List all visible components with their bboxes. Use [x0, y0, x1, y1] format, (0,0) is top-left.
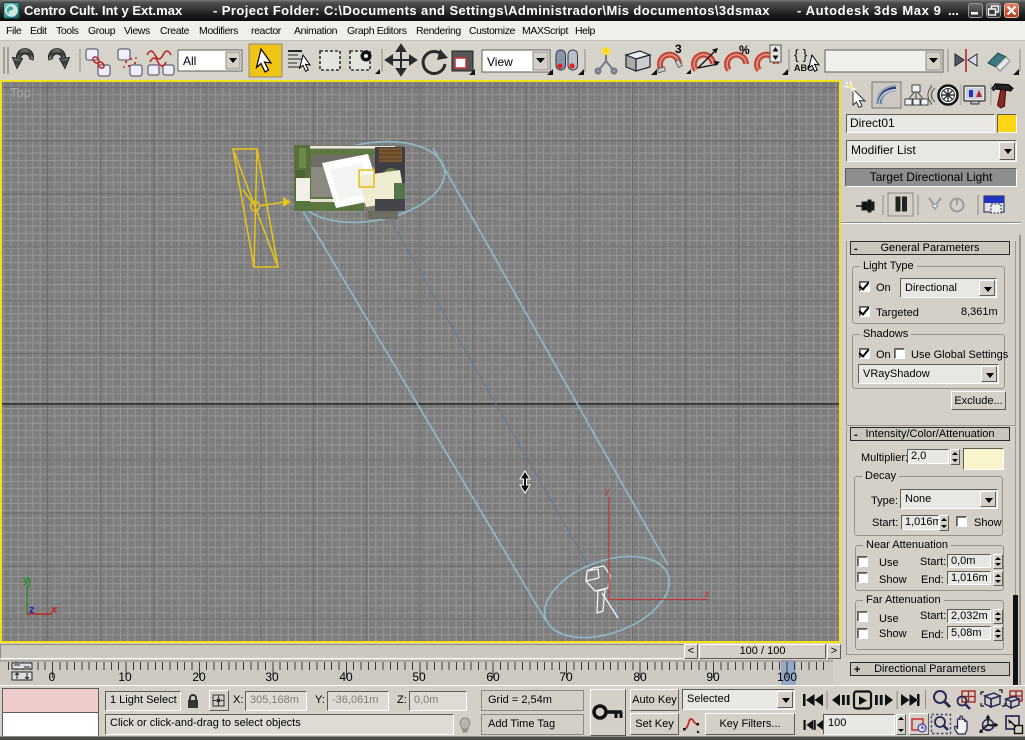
svg-text:10: 10 — [118, 670, 132, 684]
svg-text:{ }: { } — [794, 46, 808, 62]
svg-text:70: 70 — [559, 670, 573, 684]
svg-text:20: 20 — [192, 670, 206, 684]
svg-text:%: % — [739, 43, 750, 57]
svg-text:3: 3 — [675, 42, 682, 56]
svg-text:30: 30 — [265, 670, 279, 684]
svg-text:y: y — [605, 486, 610, 497]
svg-text:0: 0 — [49, 670, 56, 684]
svg-text:y: y — [23, 574, 30, 586]
svg-text:80: 80 — [633, 670, 647, 684]
svg-text:60: 60 — [486, 670, 500, 684]
svg-text:x: x — [51, 604, 58, 616]
svg-text:50: 50 — [412, 670, 426, 684]
svg-text:View: View — [487, 55, 513, 69]
svg-text:x: x — [704, 589, 709, 600]
svg-text:90: 90 — [706, 670, 720, 684]
svg-text:100: 100 — [777, 670, 797, 684]
svg-text:z: z — [29, 604, 35, 616]
svg-text:40: 40 — [339, 670, 353, 684]
svg-text:All: All — [183, 54, 196, 68]
